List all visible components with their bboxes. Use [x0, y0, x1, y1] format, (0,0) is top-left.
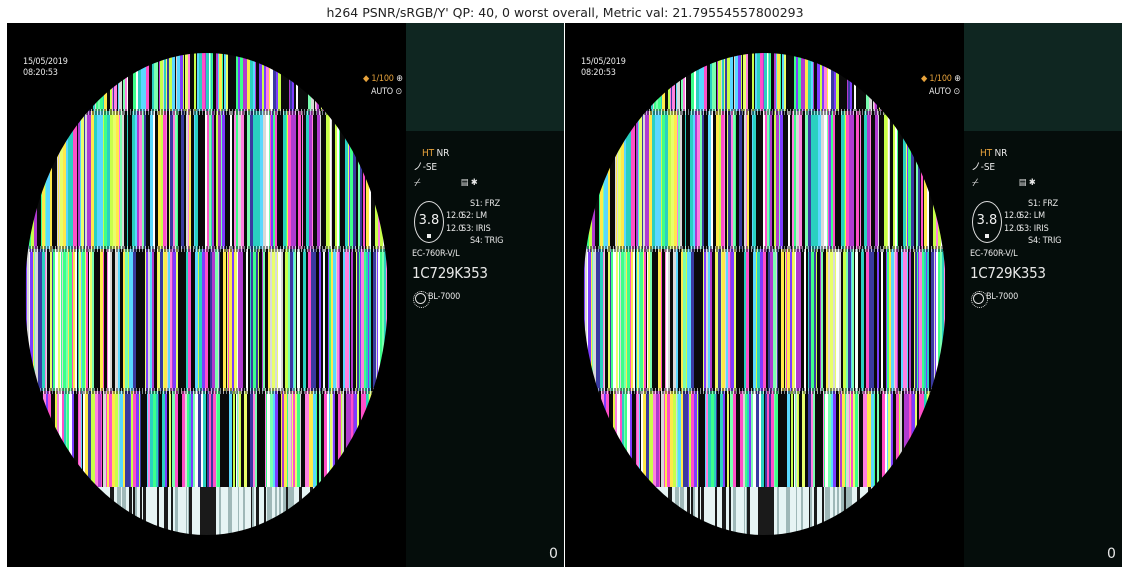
info-sidebar: HT NR ノ-SE ⌿ ▤ ✱ 3.8 12.0 12.0 S1: FRZ S…	[406, 23, 564, 567]
figure-title: h264 PSNR/sRGB/Y' QP: 40, 0 worst overal…	[326, 5, 804, 20]
light-source-label: BL-7000	[986, 292, 1019, 302]
endoscope-image	[583, 53, 946, 535]
switch-s2: S2: LM	[461, 211, 487, 221]
noise-band	[25, 109, 388, 115]
light-source-icon	[413, 291, 430, 308]
slash-icon: ⌿	[414, 176, 421, 189]
ht-nr-label: HT NR	[980, 148, 1008, 159]
stripe-artifact-image	[25, 53, 388, 535]
switch-s2: S2: LM	[1019, 211, 1045, 221]
shutter-label: ◆ 1/100 ⊕	[363, 74, 403, 84]
aperture-value: 3.8	[418, 213, 440, 228]
noise-band	[583, 109, 946, 115]
auto-label: AUTO ⊙	[929, 87, 960, 97]
memory-icon: ▤ ✱	[461, 178, 478, 188]
auto-icon: ⊙	[392, 87, 402, 97]
slash-icon: ⌿	[972, 176, 979, 189]
aperture-value: 3.8	[976, 213, 998, 228]
sidebar-header-block	[406, 23, 564, 131]
mode-label: ノ-SE	[971, 162, 995, 173]
scope-serial: 1C729K353	[970, 264, 1046, 282]
scope-model: EC-760R-V/L	[412, 249, 460, 259]
light-source-icon	[971, 291, 988, 308]
frame-counter: 0	[549, 546, 558, 562]
ht-nr-label: HT NR	[422, 148, 450, 159]
info-sidebar: HT NR ノ-SE ⌿ ▤ ✱ 3.8 12.0 12.0 S1: FRZ S…	[964, 23, 1122, 567]
light-source-label: BL-7000	[428, 292, 461, 302]
shutter-label: ◆ 1/100 ⊕	[921, 74, 961, 84]
scope-model: EC-760R-V/L	[970, 249, 1018, 259]
badge-indicator-icon	[427, 234, 431, 238]
noise-band	[25, 388, 388, 394]
date-label: 15/05/2019	[23, 57, 68, 67]
shutter-icon: ⊕	[951, 74, 961, 84]
switch-s4: S4: TRIG	[470, 236, 504, 246]
auto-icon: ⊙	[950, 87, 960, 97]
endoscope-image	[25, 53, 388, 535]
badge-indicator-icon	[985, 234, 989, 238]
date-label: 15/05/2019	[581, 57, 626, 67]
memory-icon: ▤ ✱	[1019, 178, 1036, 188]
noise-band	[25, 246, 388, 252]
stripe-artifact-image	[583, 53, 946, 535]
time-label: 08:20:53	[581, 68, 616, 78]
time-label: 08:20:53	[23, 68, 58, 78]
sidebar-header-block	[964, 23, 1122, 131]
switch-s1: S1: FRZ	[1028, 199, 1059, 209]
switch-s3: S3: IRIS	[1019, 224, 1049, 234]
switch-s1: S1: FRZ	[470, 199, 501, 209]
switch-s3: S3: IRIS	[461, 224, 491, 234]
aperture-badge: 3.8	[414, 201, 444, 243]
frame-panel-left: 15/05/2019 08:20:53 ◆ 1/100 ⊕ AUTO ⊙ HT …	[7, 23, 564, 567]
auto-label: AUTO ⊙	[371, 87, 402, 97]
mode-label: ノ-SE	[413, 162, 437, 173]
noise-band	[583, 246, 946, 252]
switch-s4: S4: TRIG	[1028, 236, 1062, 246]
scope-serial: 1C729K353	[412, 264, 488, 282]
aperture-badge: 3.8	[972, 201, 1002, 243]
shutter-icon: ⊕	[393, 74, 403, 84]
frame-counter: 0	[1107, 546, 1116, 562]
frame-panel-right: 15/05/2019 08:20:53 ◆ 1/100 ⊕ AUTO ⊙ HT …	[565, 23, 1122, 567]
noise-band	[583, 388, 946, 394]
